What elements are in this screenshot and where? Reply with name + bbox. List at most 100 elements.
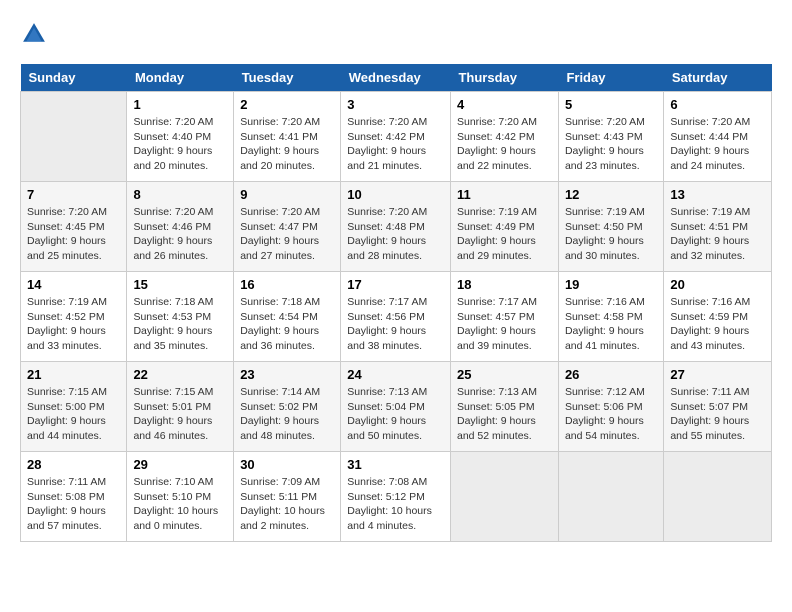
day-number: 14 [27, 277, 120, 292]
day-number: 24 [347, 367, 444, 382]
day-number: 22 [133, 367, 227, 382]
day-cell: 29 Sunrise: 7:10 AMSunset: 5:10 PMDayligh… [127, 452, 234, 542]
calendar-header: SundayMondayTuesdayWednesdayThursdayFrid… [21, 64, 772, 92]
day-cell [450, 452, 558, 542]
day-info: Sunrise: 7:19 AMSunset: 4:49 PMDaylight:… [457, 205, 552, 264]
week-row-4: 21 Sunrise: 7:15 AMSunset: 5:00 PMDayligh… [21, 362, 772, 452]
day-cell: 26Sunrise: 7:12 AMSunset: 5:06 PMDayligh… [558, 362, 663, 452]
col-header-tuesday: Tuesday [234, 64, 341, 92]
day-info: Sunrise: 7:19 AMSunset: 4:50 PMDaylight:… [565, 205, 657, 264]
day-number: 21 [27, 367, 120, 382]
header-row: SundayMondayTuesdayWednesdayThursdayFrid… [21, 64, 772, 92]
day-number: 15 [133, 277, 227, 292]
day-cell: 3Sunrise: 7:20 AMSunset: 4:42 PMDaylight… [341, 92, 451, 182]
day-number: 16 [240, 277, 334, 292]
day-number: 2 [240, 97, 334, 112]
day-info: Sunrise: 7:11 AMSunset: 5:08 PMDaylight:… [27, 475, 120, 534]
day-number: 19 [565, 277, 657, 292]
day-cell: 21 Sunrise: 7:15 AMSunset: 5:00 PMDayligh… [21, 362, 127, 452]
day-cell: 8 Sunrise: 7:20 AMSunset: 4:46 PMDaylight… [127, 182, 234, 272]
col-header-sunday: Sunday [21, 64, 127, 92]
day-cell [21, 92, 127, 182]
day-cell: 16 Sunrise: 7:18 AMSunset: 4:54 PMDayligh… [234, 272, 341, 362]
day-cell: 20 Sunrise: 7:16 AMSunset: 4:59 PMDayligh… [664, 272, 772, 362]
day-number: 27 [670, 367, 765, 382]
calendar-body: 1Sunrise: 7:20 AMSunset: 4:40 PMDaylight… [21, 92, 772, 542]
day-cell [664, 452, 772, 542]
col-header-monday: Monday [127, 64, 234, 92]
day-number: 4 [457, 97, 552, 112]
day-number: 30 [240, 457, 334, 472]
day-number: 6 [670, 97, 765, 112]
day-info: Sunrise: 7:20 AMSunset: 4:46 PMDaylight:… [133, 205, 227, 264]
day-number: 9 [240, 187, 334, 202]
day-cell: 27 Sunrise: 7:11 AMSunset: 5:07 PMDayligh… [664, 362, 772, 452]
day-cell: 24 Sunrise: 7:13 AMSunset: 5:04 PMDayligh… [341, 362, 451, 452]
day-number: 12 [565, 187, 657, 202]
day-cell: 25 Sunrise: 7:13 AMSunset: 5:05 PMDayligh… [450, 362, 558, 452]
day-cell: 2 Sunrise: 7:20 AMSunset: 4:41 PMDaylight… [234, 92, 341, 182]
day-cell: 23Sunrise: 7:14 AMSunset: 5:02 PMDayligh… [234, 362, 341, 452]
day-cell: 22 Sunrise: 7:15 AMSunset: 5:01 PMDayligh… [127, 362, 234, 452]
day-cell: 4 Sunrise: 7:20 AMSunset: 4:42 PMDaylight… [450, 92, 558, 182]
day-info: Sunrise: 7:19 AMSunset: 4:51 PMDaylight:… [670, 205, 765, 264]
col-header-friday: Friday [558, 64, 663, 92]
day-info: Sunrise: 7:20 AMSunset: 4:48 PMDaylight:… [347, 205, 444, 264]
day-cell: 13Sunrise: 7:19 AMSunset: 4:51 PMDayligh… [664, 182, 772, 272]
day-cell: 17 Sunrise: 7:17 AMSunset: 4:56 PMDayligh… [341, 272, 451, 362]
day-info: Sunrise: 7:20 AMSunset: 4:44 PMDaylight:… [670, 115, 765, 174]
day-info: Sunrise: 7:20 AMSunset: 4:42 PMDaylight:… [457, 115, 552, 174]
day-info: Sunrise: 7:20 AMSunset: 4:45 PMDaylight:… [27, 205, 120, 264]
day-cell: 9Sunrise: 7:20 AMSunset: 4:47 PMDaylight… [234, 182, 341, 272]
day-number: 17 [347, 277, 444, 292]
day-cell: 30 Sunrise: 7:09 AMSunset: 5:11 PMDayligh… [234, 452, 341, 542]
page-header [20, 20, 772, 48]
week-row-5: 28 Sunrise: 7:11 AMSunset: 5:08 PMDayligh… [21, 452, 772, 542]
day-info: Sunrise: 7:18 AMSunset: 4:54 PMDaylight:… [240, 295, 334, 354]
day-info: Sunrise: 7:13 AMSunset: 5:05 PMDaylight:… [457, 385, 552, 444]
day-info: Sunrise: 7:20 AMSunset: 4:43 PMDaylight:… [565, 115, 657, 174]
day-info: Sunrise: 7:16 AMSunset: 4:58 PMDaylight:… [565, 295, 657, 354]
day-info: Sunrise: 7:09 AMSunset: 5:11 PMDaylight:… [240, 475, 334, 534]
col-header-saturday: Saturday [664, 64, 772, 92]
day-cell: 14 Sunrise: 7:19 AMSunset: 4:52 PMDayligh… [21, 272, 127, 362]
day-info: Sunrise: 7:08 AMSunset: 5:12 PMDaylight:… [347, 475, 444, 534]
day-number: 7 [27, 187, 120, 202]
day-cell: 11Sunrise: 7:19 AMSunset: 4:49 PMDayligh… [450, 182, 558, 272]
day-info: Sunrise: 7:15 AMSunset: 5:00 PMDaylight:… [27, 385, 120, 444]
day-info: Sunrise: 7:20 AMSunset: 4:41 PMDaylight:… [240, 115, 334, 174]
day-info: Sunrise: 7:20 AMSunset: 4:40 PMDaylight:… [133, 115, 227, 174]
day-info: Sunrise: 7:15 AMSunset: 5:01 PMDaylight:… [133, 385, 227, 444]
day-cell: 19 Sunrise: 7:16 AMSunset: 4:58 PMDayligh… [558, 272, 663, 362]
day-info: Sunrise: 7:17 AMSunset: 4:57 PMDaylight:… [457, 295, 552, 354]
day-cell: 5Sunrise: 7:20 AMSunset: 4:43 PMDaylight… [558, 92, 663, 182]
day-cell: 7 Sunrise: 7:20 AMSunset: 4:45 PMDaylight… [21, 182, 127, 272]
day-cell: 31Sunrise: 7:08 AMSunset: 5:12 PMDayligh… [341, 452, 451, 542]
day-number: 20 [670, 277, 765, 292]
day-info: Sunrise: 7:13 AMSunset: 5:04 PMDaylight:… [347, 385, 444, 444]
day-info: Sunrise: 7:10 AMSunset: 5:10 PMDaylight:… [133, 475, 227, 534]
day-number: 28 [27, 457, 120, 472]
day-number: 25 [457, 367, 552, 382]
day-info: Sunrise: 7:14 AMSunset: 5:02 PMDaylight:… [240, 385, 334, 444]
day-number: 29 [133, 457, 227, 472]
day-cell: 10Sunrise: 7:20 AMSunset: 4:48 PMDayligh… [341, 182, 451, 272]
day-info: Sunrise: 7:17 AMSunset: 4:56 PMDaylight:… [347, 295, 444, 354]
week-row-2: 7 Sunrise: 7:20 AMSunset: 4:45 PMDaylight… [21, 182, 772, 272]
day-number: 8 [133, 187, 227, 202]
logo [20, 20, 52, 48]
day-cell: 18Sunrise: 7:17 AMSunset: 4:57 PMDayligh… [450, 272, 558, 362]
logo-icon [20, 20, 48, 48]
calendar-table: SundayMondayTuesdayWednesdayThursdayFrid… [20, 64, 772, 542]
day-info: Sunrise: 7:19 AMSunset: 4:52 PMDaylight:… [27, 295, 120, 354]
day-cell: 12 Sunrise: 7:19 AMSunset: 4:50 PMDayligh… [558, 182, 663, 272]
day-cell: 28 Sunrise: 7:11 AMSunset: 5:08 PMDayligh… [21, 452, 127, 542]
day-info: Sunrise: 7:20 AMSunset: 4:42 PMDaylight:… [347, 115, 444, 174]
week-row-3: 14 Sunrise: 7:19 AMSunset: 4:52 PMDayligh… [21, 272, 772, 362]
day-cell [558, 452, 663, 542]
day-info: Sunrise: 7:11 AMSunset: 5:07 PMDaylight:… [670, 385, 765, 444]
day-info: Sunrise: 7:12 AMSunset: 5:06 PMDaylight:… [565, 385, 657, 444]
week-row-1: 1Sunrise: 7:20 AMSunset: 4:40 PMDaylight… [21, 92, 772, 182]
day-info: Sunrise: 7:16 AMSunset: 4:59 PMDaylight:… [670, 295, 765, 354]
day-cell: 1Sunrise: 7:20 AMSunset: 4:40 PMDaylight… [127, 92, 234, 182]
